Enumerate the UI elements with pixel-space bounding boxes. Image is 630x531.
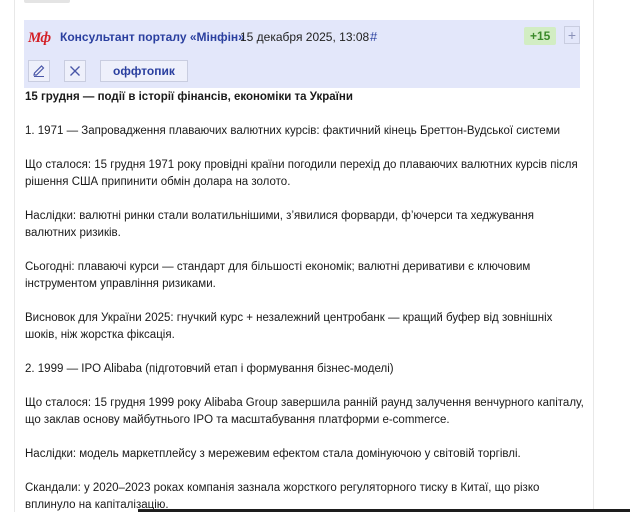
author-link[interactable]: Консультант порталу «Мінфін» [60,30,245,44]
minfin-logo[interactable]: Мф [28,28,51,48]
post-body: 15 грудня — події в історії фінансів, ек… [25,89,585,531]
previous-post-tab [24,0,70,3]
rating-badge: +15 [524,27,557,45]
paragraph: Висновок для України 2025: гнучкий курс … [25,312,553,341]
close-icon [70,66,80,76]
delete-button[interactable] [64,60,86,82]
edit-button[interactable] [28,60,50,82]
post-title: 15 грудня — події в історії фінансів, ек… [25,91,353,103]
paragraph: Сьогодні: плаваючі курси — стандарт для … [25,261,531,290]
paragraph: 2. 1999 — IPO Alibaba (підготовчий етап … [25,363,394,375]
upvote-button[interactable]: + [564,26,580,44]
paragraph: Що сталося: 15 грудня 1999 року Alibaba … [25,397,584,426]
post-header: Мф Консультант порталу «Мінфін» 15 декаб… [24,20,580,88]
pencil-icon [33,65,45,77]
paragraph: Наслідки: валютні ринки стали волатильні… [25,210,534,239]
offtopic-tag[interactable]: оффтопик [100,60,188,82]
permalink-hash[interactable]: # [370,29,377,44]
post-datetime: 15 декабря 2025, 13:08 [240,30,370,44]
paragraph: Що сталося: 15 грудня 1971 року провідні… [25,159,578,188]
paragraph: 1. 1971 — Запровадження плаваючих валютн… [25,125,561,137]
paragraph: Наслідки: модель маркетплейсу з мережеви… [25,448,521,460]
